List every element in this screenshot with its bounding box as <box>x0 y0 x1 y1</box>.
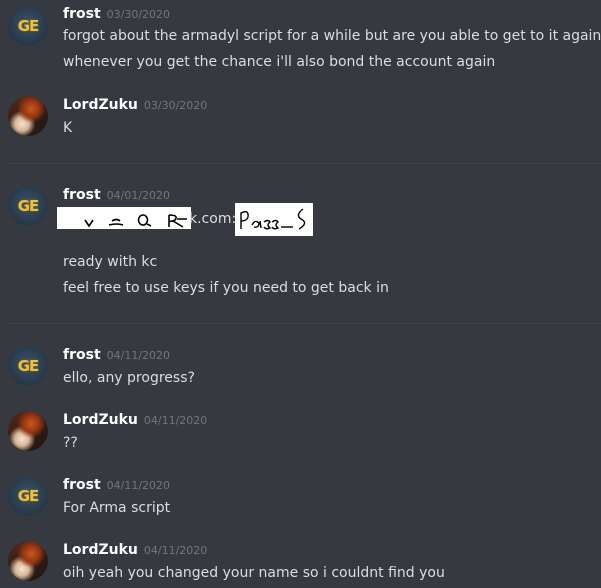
message-text: ready with kc <box>63 254 158 270</box>
ge-logo-icon: GE <box>17 17 40 35</box>
author-name[interactable]: frost <box>63 6 101 22</box>
message-author[interactable]: frost 03/30/2020 <box>63 5 170 24</box>
frost-avatar[interactable]: GE <box>8 186 48 226</box>
message-timestamp: 04/11/2020 <box>106 479 171 492</box>
author-name[interactable]: LordZuku <box>63 412 138 428</box>
redaction-scribble-pass <box>235 203 313 236</box>
lordzuku-avatar[interactable] <box>8 96 48 136</box>
message-timestamp: 04/11/2020 <box>143 414 208 427</box>
message-author[interactable]: frost 04/11/2020 <box>63 476 170 495</box>
message-text: For Arma script <box>63 500 171 516</box>
message-author[interactable]: LordZuku 04/11/2020 <box>63 411 207 430</box>
message-text: ?? <box>63 435 78 451</box>
message-author[interactable]: frost 04/11/2020 <box>63 346 170 365</box>
author-name[interactable]: frost <box>63 187 101 203</box>
message-timestamp: 04/11/2020 <box>106 349 171 362</box>
author-name[interactable]: frost <box>63 477 101 493</box>
credential-visible-fragment: k.com: <box>189 211 237 227</box>
lordzuku-avatar[interactable] <box>8 541 48 581</box>
message-text: forgot about the armadyl script for a wh… <box>63 28 601 44</box>
chat-log: GE frost 03/30/2020 forgot about the arma… <box>0 0 601 588</box>
lordzuku-avatar[interactable] <box>8 411 48 451</box>
message-group-divider <box>8 163 601 164</box>
redaction-scribble-user <box>57 207 191 229</box>
message-text: oih yeah you changed your name so i coul… <box>63 565 445 581</box>
message-timestamp: 03/30/2020 <box>143 99 208 112</box>
message-timestamp: 03/30/2020 <box>106 8 171 21</box>
ge-logo-icon: GE <box>17 197 40 215</box>
message-author[interactable]: LordZuku 04/11/2020 <box>63 541 207 560</box>
message-timestamp: 04/11/2020 <box>143 544 208 557</box>
message-text: K <box>63 120 73 136</box>
ge-logo-icon: GE <box>17 487 40 505</box>
message-text: ello, any progress? <box>63 370 195 386</box>
message-group-divider <box>8 323 601 324</box>
frost-avatar[interactable]: GE <box>8 6 48 46</box>
frost-avatar[interactable]: GE <box>8 476 48 516</box>
ge-logo-icon: GE <box>17 357 40 375</box>
message-author[interactable]: LordZuku 03/30/2020 <box>63 96 207 115</box>
author-name[interactable]: LordZuku <box>63 97 138 113</box>
message-text: feel free to use keys if you need to get… <box>63 280 389 296</box>
message-author[interactable]: frost 04/01/2020 <box>63 186 170 205</box>
message-timestamp: 04/01/2020 <box>106 189 171 202</box>
author-name[interactable]: LordZuku <box>63 542 138 558</box>
author-name[interactable]: frost <box>63 347 101 363</box>
frost-avatar[interactable]: GE <box>8 346 48 386</box>
message-text: whenever you get the chance i'll also bo… <box>63 54 496 70</box>
